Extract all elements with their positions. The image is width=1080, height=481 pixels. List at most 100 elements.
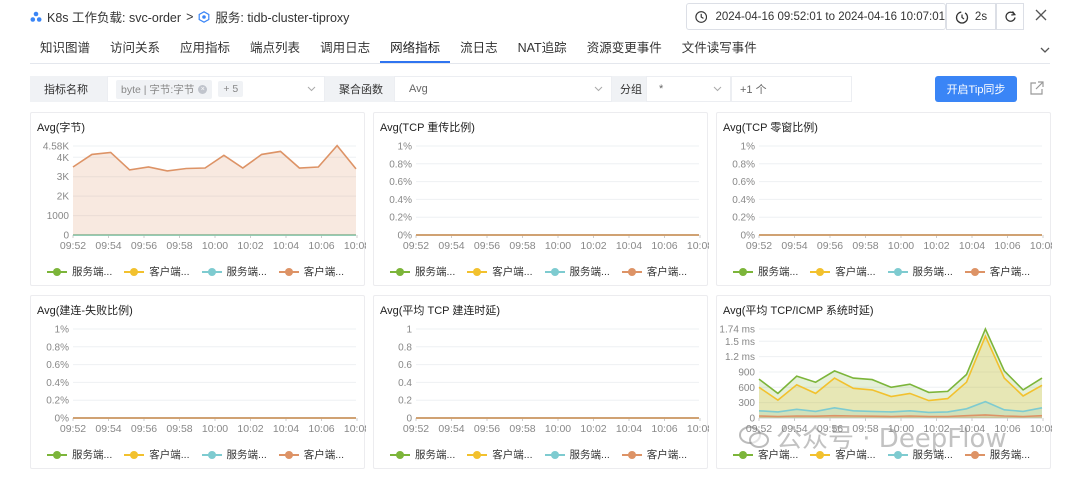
timer-icon — [955, 10, 969, 24]
legend-item[interactable]: 服务端... — [544, 264, 610, 279]
tab-item[interactable]: 文件读写事件 — [672, 36, 767, 63]
x-tick-label: 09:52 — [403, 423, 429, 435]
legend-item[interactable]: 客户端... — [467, 447, 533, 462]
tab-item[interactable]: 资源变更事件 — [577, 36, 672, 63]
tab-item[interactable]: 调用日志 — [310, 36, 380, 63]
x-tick-label: 10:08 — [687, 423, 709, 435]
legend-item[interactable]: 客户端... — [124, 447, 190, 462]
clock-icon — [695, 10, 708, 23]
x-tick-label: 09:54 — [438, 423, 464, 435]
legend-swatch-icon — [201, 450, 222, 460]
legend-swatch-icon — [467, 450, 488, 460]
aggregate-label: 聚合函数 — [325, 76, 394, 102]
legend-item[interactable]: 服务端... — [201, 447, 267, 462]
tab-item[interactable]: 流日志 — [450, 36, 508, 63]
legend-label: 服务端... — [758, 266, 799, 278]
x-tick-label: 09:58 — [509, 240, 535, 252]
legend-item[interactable]: 客户端... — [467, 264, 533, 279]
legend-item[interactable]: 服务端... — [47, 447, 112, 462]
y-tick-label: 0.4% — [389, 195, 412, 206]
external-link-icon[interactable] — [1029, 80, 1045, 96]
legend-swatch-icon — [621, 450, 642, 460]
x-tick-label: 10:08 — [1030, 423, 1052, 435]
close-button[interactable] — [1032, 6, 1050, 24]
breadcrumb-workload[interactable]: K8s 工作负载: svc-order — [47, 7, 181, 26]
x-tick-label: 10:00 — [545, 240, 571, 252]
y-tick-label: 0.8% — [389, 159, 412, 170]
legend-item[interactable]: 服务端... — [733, 264, 798, 279]
legend-item[interactable]: 客户端... — [964, 264, 1030, 279]
y-tick-label: 0.8% — [46, 342, 69, 353]
legend-item[interactable]: 客户端... — [810, 264, 876, 279]
chevron-down-icon[interactable] — [1038, 44, 1052, 56]
x-tick-label: 10:04 — [273, 423, 299, 435]
legend-swatch-icon — [733, 267, 753, 277]
reload-icon — [1004, 11, 1016, 22]
legend-label: 服务端... — [226, 266, 267, 278]
tab-item[interactable]: 端点列表 — [240, 36, 310, 63]
y-tick-label: 0.8 — [398, 342, 412, 353]
y-tick-label: 4K — [57, 153, 70, 164]
time-range-picker[interactable]: 2024-04-16 09:52:01 to 2024-04-16 10:07:… — [686, 3, 946, 30]
y-tick-label: 1% — [741, 142, 756, 153]
x-tick-label: 10:04 — [616, 240, 642, 252]
wechat-icon — [739, 425, 769, 448]
legend-item[interactable]: 服务端... — [390, 264, 455, 279]
series-area — [73, 145, 356, 235]
tab-item[interactable]: 网络指标 — [380, 36, 451, 63]
tab-item[interactable]: 访问关系 — [100, 36, 170, 63]
tab-item[interactable]: 知识图谱 — [30, 36, 100, 63]
y-tick-label: 1 — [406, 325, 412, 336]
legend-label: 客户端... — [303, 266, 345, 278]
y-tick-label: 2K — [57, 192, 70, 203]
service-icon — [198, 10, 210, 23]
x-tick-label: 10:00 — [888, 240, 914, 252]
y-tick-label: 1000 — [47, 211, 70, 222]
y-tick-label: 0.8% — [732, 159, 755, 170]
legend-item[interactable]: 客户端... — [124, 264, 190, 279]
metric-tag-text: byte | 字节:字节 — [121, 83, 195, 96]
chart-panel: Avg(字节) 0 1000 2K 3K 4K 4.58K 09:52 09:54 09:56 09… — [30, 112, 366, 286]
chart-svg: 0%0.2%0.4%0.6%0.8%1%09:52 09:54 09:56 09:58… — [46, 325, 366, 436]
tag-remove-icon[interactable]: × — [198, 84, 208, 94]
legend-item[interactable]: 服务端... — [201, 264, 267, 279]
legend-item[interactable]: 客户端... — [621, 447, 687, 462]
x-tick-label: 09:52 — [60, 240, 86, 252]
legend-item[interactable]: 服务端... — [390, 447, 455, 462]
legend-item[interactable]: 客户端... — [621, 264, 687, 279]
group-more-field[interactable]: +1 个 — [731, 76, 852, 102]
legend-item[interactable]: 服务端... — [544, 447, 610, 462]
x-tick-label: 09:54 — [438, 240, 464, 252]
chart-panel: Avg(平均 TCP 建连时延) 0 0.2 0.4 0.6 0.8 1 09:52 09:54… — [373, 295, 709, 469]
x-tick-label: 09:58 — [166, 240, 192, 252]
chart-legend: 服务端... 客户端... 服务端... 客户端... — [47, 264, 344, 279]
legend-label: 服务端... — [226, 449, 267, 461]
legend-label: 客户端... — [492, 449, 533, 461]
legend-swatch-icon — [390, 267, 410, 277]
legend-item[interactable]: 服务端... — [887, 264, 953, 279]
chart-legend: 服务端... 客户端... 服务端... 客户端... — [733, 264, 1030, 279]
legend-item[interactable]: 客户端... — [278, 447, 344, 462]
watermark-text: 公众号 · DeepFlow — [776, 424, 1007, 454]
x-tick-label: 10:04 — [959, 240, 985, 252]
x-tick-label: 10:00 — [545, 423, 571, 435]
y-tick-label: 1.5 ms — [725, 337, 755, 348]
x-tick-label: 10:06 — [994, 240, 1020, 252]
reload-button[interactable] — [996, 3, 1024, 30]
legend-label: 客户端... — [835, 266, 876, 278]
breadcrumb-service[interactable]: 服务: tidb-cluster-tiproxy — [215, 7, 349, 26]
legend-swatch-icon — [47, 450, 67, 460]
tab-item[interactable]: 应用指标 — [170, 36, 240, 63]
enable-tip-sync-button[interactable]: 开启Tip同步 — [935, 76, 1017, 102]
group-select[interactable]: * — [646, 76, 731, 102]
legend-item[interactable]: 客户端... — [278, 264, 345, 279]
auto-refresh-select[interactable]: 2s — [946, 3, 996, 30]
chart-panel: Avg(建连-失败比例) 0% 0.2% 0.4% 0.6% 0.8% 1% 09:52 09:… — [30, 295, 366, 469]
x-tick-label: 09:56 — [131, 240, 157, 252]
legend-label: 客户端... — [492, 266, 533, 278]
tab-item[interactable]: NAT追踪 — [508, 36, 577, 63]
aggregate-select[interactable]: Avg — [394, 76, 612, 102]
legend-item[interactable]: 服务端... — [47, 264, 112, 279]
chart-legend: 服务端... 客户端... 服务端... 客户端... — [47, 447, 344, 462]
metric-select[interactable]: byte | 字节:字节 × + 5 — [107, 76, 325, 102]
